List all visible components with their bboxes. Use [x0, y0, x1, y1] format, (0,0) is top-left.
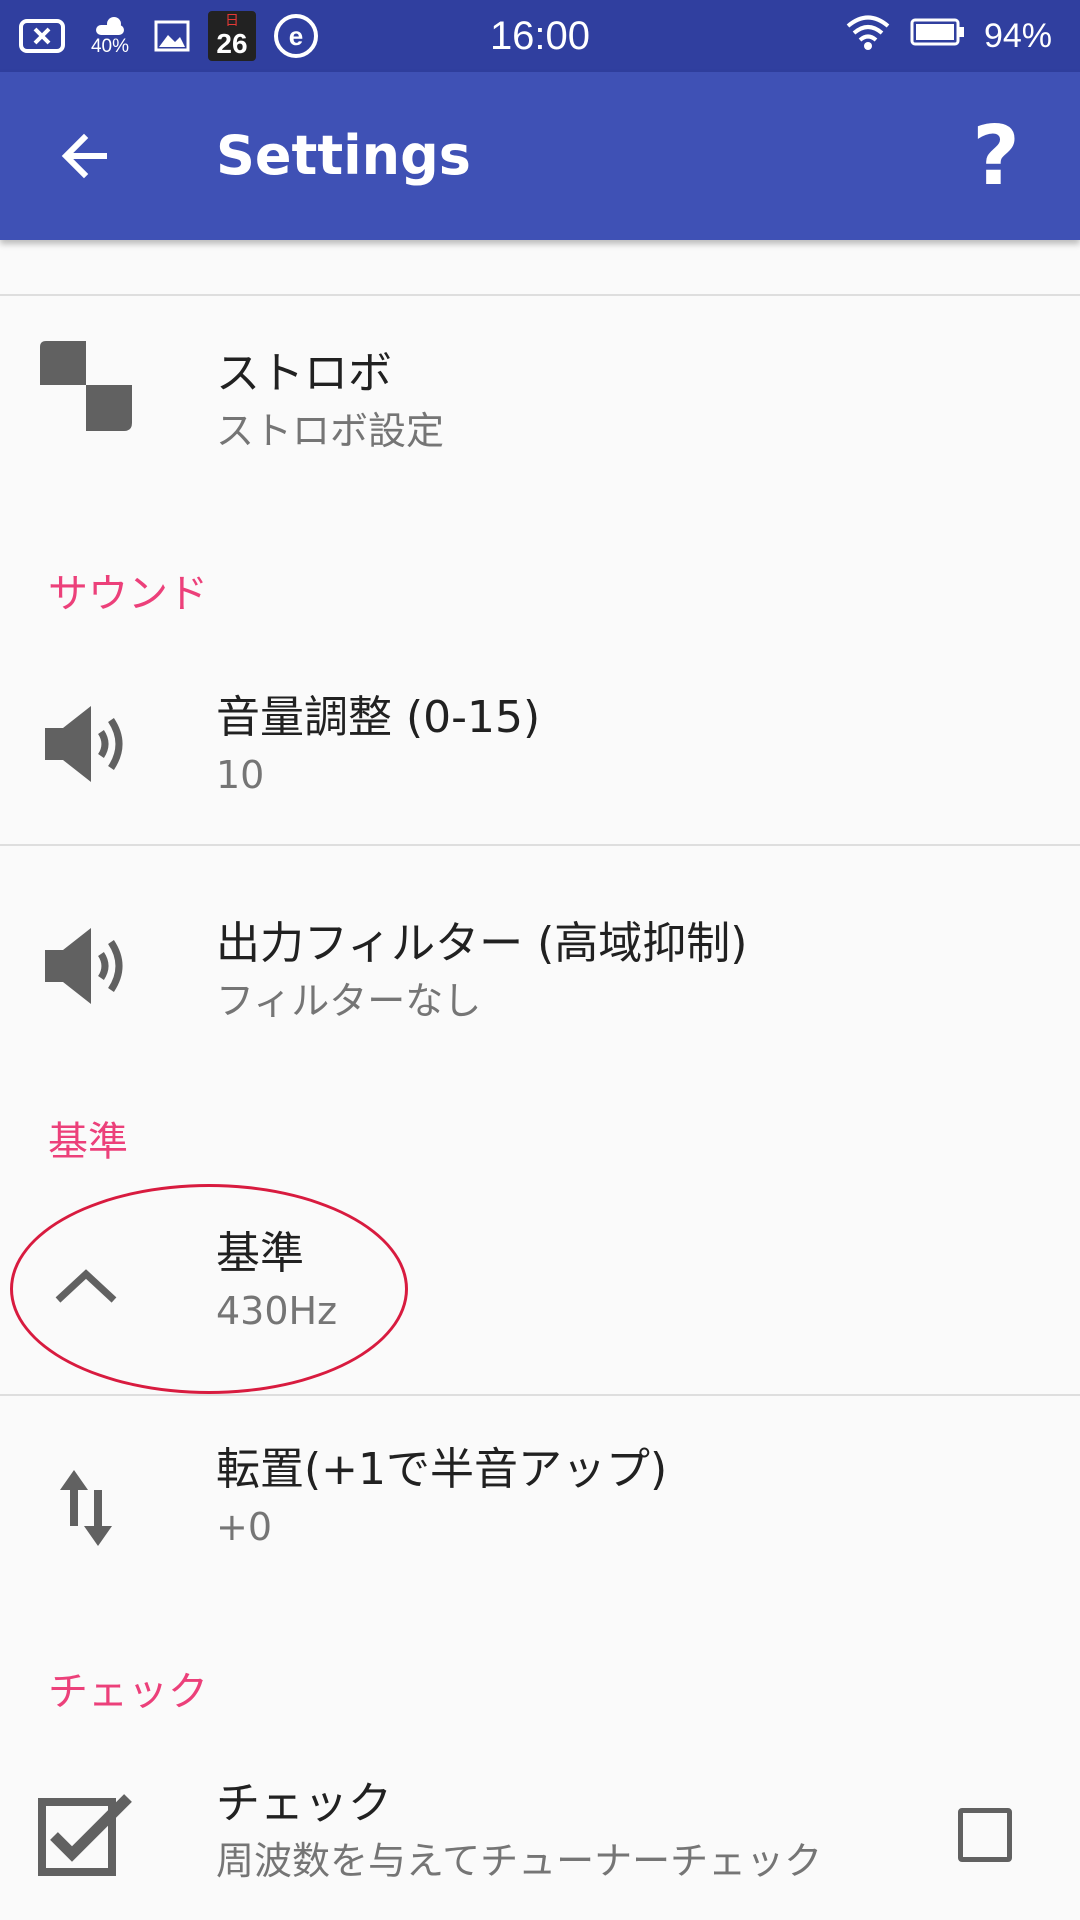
page-title: Settings: [216, 124, 471, 187]
category-check: チェック: [48, 1669, 208, 1715]
help-button[interactable]: ?: [952, 109, 1040, 204]
back-button[interactable]: [40, 112, 128, 200]
strobe-icon: [36, 336, 136, 436]
pref-transpose-summary: +0: [216, 1505, 273, 1549]
pref-transpose-title: 転置(+1で半音アップ): [216, 1444, 668, 1495]
pref-strobe-summary: ストロボ設定: [216, 409, 445, 453]
swap-vertical-icon: [36, 1458, 136, 1558]
pref-check-summary: 周波数を与えてチューナーチェック: [216, 1839, 823, 1883]
pref-output-filter[interactable]: 出力フィルター (高域抑制) フィルターなし: [0, 846, 1080, 1066]
pref-volume[interactable]: 音量調整 (0-15) 10: [0, 640, 1080, 844]
category-reference: 基準: [48, 1119, 128, 1165]
battery-percent: 94%: [983, 16, 1052, 55]
back-arrow-icon: [61, 133, 107, 179]
checkbox-marked-icon: [36, 1784, 136, 1884]
settings-list: ストロボ ストロボ設定 サウンド 音量調整 (0-15) 10 出力フィルター …: [0, 240, 1080, 1920]
highlight-annotation: [10, 1184, 408, 1394]
wifi-icon: [844, 13, 892, 60]
app-bar: Settings ?: [0, 72, 1080, 240]
speaker-icon: [36, 694, 136, 794]
pref-strobe-title: ストロボ: [216, 348, 392, 399]
category-sound: サウンド: [48, 571, 208, 617]
pref-check-title: チェック: [216, 1778, 392, 1829]
check-checkbox[interactable]: [958, 1808, 1012, 1862]
system-icons: 94%: [844, 14, 1052, 58]
battery-icon: [910, 17, 966, 56]
pref-strobe[interactable]: ストロボ ストロボ設定: [0, 296, 1080, 516]
help-icon: ?: [972, 108, 1020, 204]
pref-output-filter-title: 出力フィルター (高域抑制): [216, 918, 748, 969]
pref-check[interactable]: チェック 周波数を与えてチューナーチェック: [0, 1740, 1080, 1920]
pref-volume-summary: 10: [216, 753, 265, 797]
speaker-icon: [36, 916, 136, 1016]
pref-output-filter-summary: フィルターなし: [216, 979, 482, 1023]
status-bar: 40% 日 26 e 16:00 94%: [0, 0, 1080, 72]
pref-transpose[interactable]: 転置(+1で半音アップ) +0: [0, 1396, 1080, 1616]
pref-volume-title: 音量調整 (0-15): [216, 692, 541, 743]
